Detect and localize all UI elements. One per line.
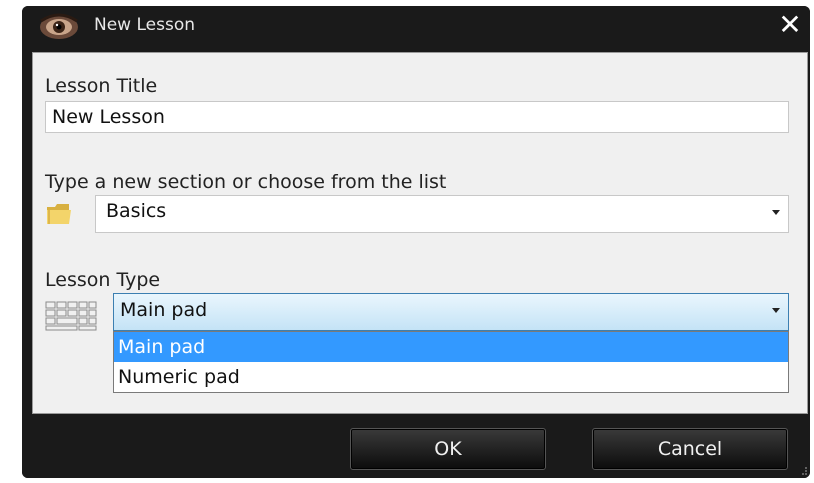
keypad-icon	[45, 301, 97, 331]
title-bar[interactable]: New Lesson ✕	[22, 6, 810, 48]
section-value: Basics	[106, 200, 167, 222]
lesson-type-label: Lesson Type	[45, 269, 161, 291]
close-button[interactable]: ✕	[774, 8, 806, 42]
chevron-down-icon[interactable]	[772, 210, 780, 215]
dialog-footer: OK Cancel	[22, 416, 810, 478]
window-title: New Lesson	[94, 15, 196, 35]
lesson-type-option-main-pad[interactable]: Main pad	[114, 332, 788, 362]
form-panel: Lesson Title Type a new section or choos…	[32, 52, 808, 414]
lesson-type-combobox[interactable]: Main pad	[113, 293, 789, 331]
ok-button[interactable]: OK	[350, 428, 546, 470]
resize-grip-icon[interactable]	[798, 466, 808, 476]
cancel-button[interactable]: Cancel	[592, 428, 788, 470]
lesson-title-label: Lesson Title	[45, 75, 158, 97]
eye-app-icon	[40, 13, 78, 39]
folder-icon	[47, 204, 71, 224]
section-label: Type a new section or choose from the li…	[45, 171, 447, 193]
close-icon: ✕	[778, 8, 802, 41]
new-lesson-dialog: New Lesson ✕ Lesson Title Type a new sec…	[22, 6, 810, 478]
lesson-type-option-numeric-pad[interactable]: Numeric pad	[114, 362, 788, 392]
section-combobox[interactable]: Basics	[95, 195, 789, 233]
lesson-type-value: Main pad	[120, 299, 208, 321]
lesson-type-dropdown-list: Main pad Numeric pad	[113, 331, 789, 393]
lesson-title-input[interactable]	[45, 101, 789, 133]
chevron-down-icon[interactable]	[772, 308, 780, 313]
